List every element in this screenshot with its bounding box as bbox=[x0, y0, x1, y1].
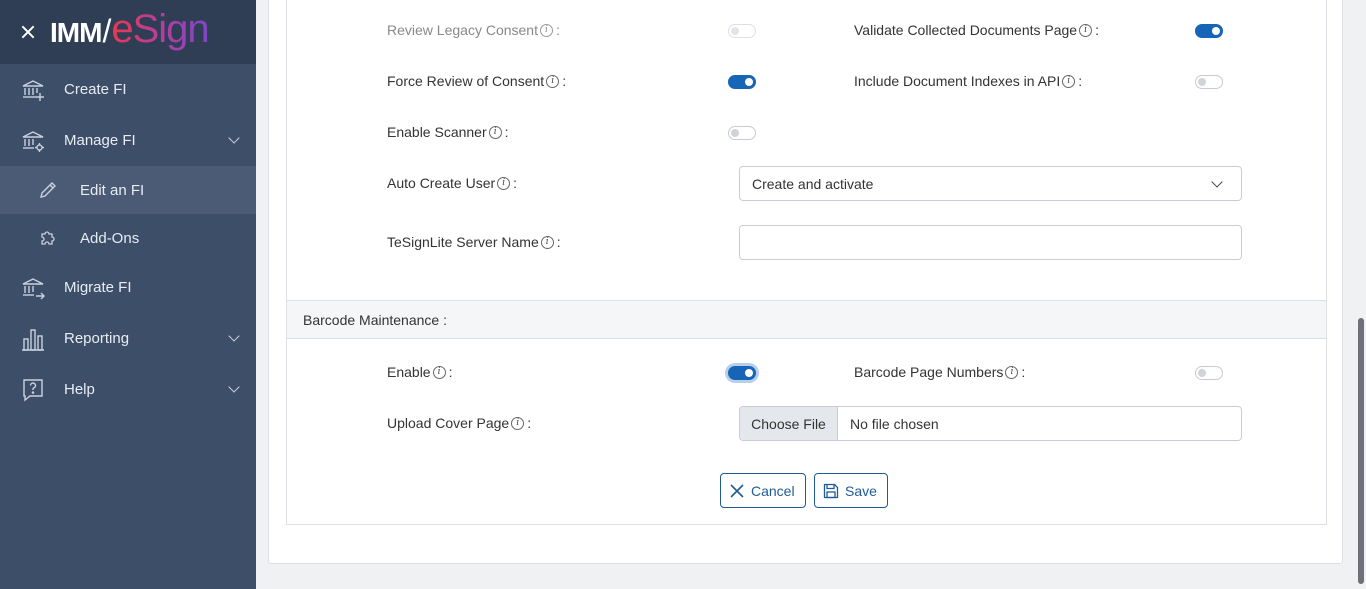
page-scrollbar[interactable] bbox=[1356, 0, 1366, 589]
sidebar-item-label: Help bbox=[64, 381, 95, 398]
sidebar-item-migrate-fi[interactable]: Migrate FI bbox=[0, 262, 256, 313]
close-icon[interactable] bbox=[18, 22, 38, 42]
bank-gear-icon bbox=[20, 128, 46, 154]
force-review-consent-toggle[interactable] bbox=[728, 75, 756, 89]
bank-arrow-icon bbox=[20, 275, 46, 301]
logo-slash: / bbox=[102, 12, 111, 49]
barcode-page-numbers-label: Barcode Page Numbers i : bbox=[854, 364, 1026, 380]
info-icon[interactable]: i bbox=[432, 365, 446, 379]
chevron-down-icon bbox=[228, 381, 240, 393]
save-button[interactable]: Save bbox=[814, 473, 888, 508]
sidebar-item-label: Add-Ons bbox=[80, 229, 140, 247]
bank-plus-icon bbox=[20, 77, 46, 103]
chevron-down-icon bbox=[228, 132, 240, 144]
scrollbar-thumb[interactable] bbox=[1358, 318, 1364, 584]
logo-imm-text: IMM bbox=[50, 16, 102, 48]
info-icon[interactable]: i bbox=[1062, 74, 1076, 88]
barcode-enable-toggle[interactable] bbox=[728, 366, 756, 380]
sidebar-item-label: Migrate FI bbox=[64, 279, 132, 296]
info-icon[interactable]: i bbox=[539, 23, 553, 37]
close-icon bbox=[729, 483, 745, 499]
puzzle-icon bbox=[38, 228, 58, 248]
sidebar-item-label: Edit an FI bbox=[80, 181, 145, 199]
sidebar-item-reporting[interactable]: Reporting bbox=[0, 313, 256, 364]
info-icon[interactable]: i bbox=[511, 416, 525, 430]
barcode-page-numbers-toggle[interactable] bbox=[1195, 366, 1223, 380]
sidebar: IMM / eSign Create FI Manage FI Edit an … bbox=[0, 0, 256, 589]
sidebar-item-label: Manage FI bbox=[64, 132, 136, 149]
sidebar-item-manage-fi[interactable]: Manage FI bbox=[0, 115, 256, 166]
sidebar-subitem-edit-fi[interactable]: Edit an FI bbox=[0, 166, 256, 214]
auto-create-user-label: Auto Create User i : bbox=[387, 175, 518, 191]
tesignlite-server-input[interactable] bbox=[739, 225, 1242, 260]
include-doc-indexes-toggle[interactable] bbox=[1195, 75, 1223, 89]
sidebar-item-label: Create FI bbox=[64, 81, 127, 98]
app-logo: IMM / eSign bbox=[50, 6, 210, 52]
upload-cover-page-file[interactable]: Choose File No file chosen bbox=[739, 406, 1242, 441]
barcode-section-header: Barcode Maintenance : bbox=[287, 300, 1326, 339]
info-icon[interactable]: i bbox=[546, 74, 560, 88]
info-icon[interactable]: i bbox=[540, 235, 554, 249]
review-legacy-consent-label: Review Legacy Consent i : bbox=[387, 22, 560, 38]
enable-scanner-toggle[interactable] bbox=[728, 126, 756, 140]
bar-chart-icon bbox=[20, 326, 46, 352]
file-name-text: No file chosen bbox=[850, 415, 939, 432]
settings-panel: Review Legacy Consent i : Validate Colle… bbox=[286, 0, 1327, 525]
upload-cover-page-label: Upload Cover Page i : bbox=[387, 415, 532, 431]
include-doc-indexes-label: Include Document Indexes in API i : bbox=[854, 73, 1083, 89]
info-icon[interactable]: i bbox=[1005, 365, 1019, 379]
main-card: Review Legacy Consent i : Validate Colle… bbox=[268, 0, 1343, 564]
review-legacy-consent-toggle[interactable] bbox=[728, 24, 756, 38]
sidebar-item-help[interactable]: Help bbox=[0, 364, 256, 415]
logo-esign-text: eSign bbox=[111, 6, 209, 51]
chevron-down-icon bbox=[1211, 176, 1223, 188]
auto-create-user-select[interactable]: Create and activate bbox=[739, 166, 1242, 201]
sidebar-subitem-add-ons[interactable]: Add-Ons bbox=[0, 214, 256, 262]
info-icon[interactable]: i bbox=[1079, 23, 1093, 37]
info-icon[interactable]: i bbox=[488, 125, 502, 139]
cancel-button[interactable]: Cancel bbox=[720, 473, 806, 508]
force-review-consent-label: Force Review of Consent i : bbox=[387, 73, 567, 89]
tesignlite-server-label: TeSignLite Server Name i : bbox=[387, 234, 561, 250]
pencil-icon bbox=[38, 180, 58, 200]
help-bubble-icon bbox=[20, 377, 46, 403]
select-value: Create and activate bbox=[752, 175, 874, 192]
validate-collected-docs-label: Validate Collected Documents Page i : bbox=[854, 22, 1099, 38]
choose-file-button[interactable]: Choose File bbox=[740, 407, 838, 440]
sidebar-item-create-fi[interactable]: Create FI bbox=[0, 64, 256, 115]
sidebar-item-label: Reporting bbox=[64, 330, 130, 347]
floppy-disk-icon bbox=[823, 483, 839, 499]
enable-scanner-label: Enable Scanner i : bbox=[387, 124, 509, 140]
validate-collected-docs-toggle[interactable] bbox=[1195, 24, 1223, 38]
chevron-down-icon bbox=[228, 330, 240, 342]
info-icon[interactable]: i bbox=[497, 176, 511, 190]
barcode-enable-label: Enable i : bbox=[387, 364, 453, 380]
sidebar-header: IMM / eSign bbox=[0, 0, 256, 64]
